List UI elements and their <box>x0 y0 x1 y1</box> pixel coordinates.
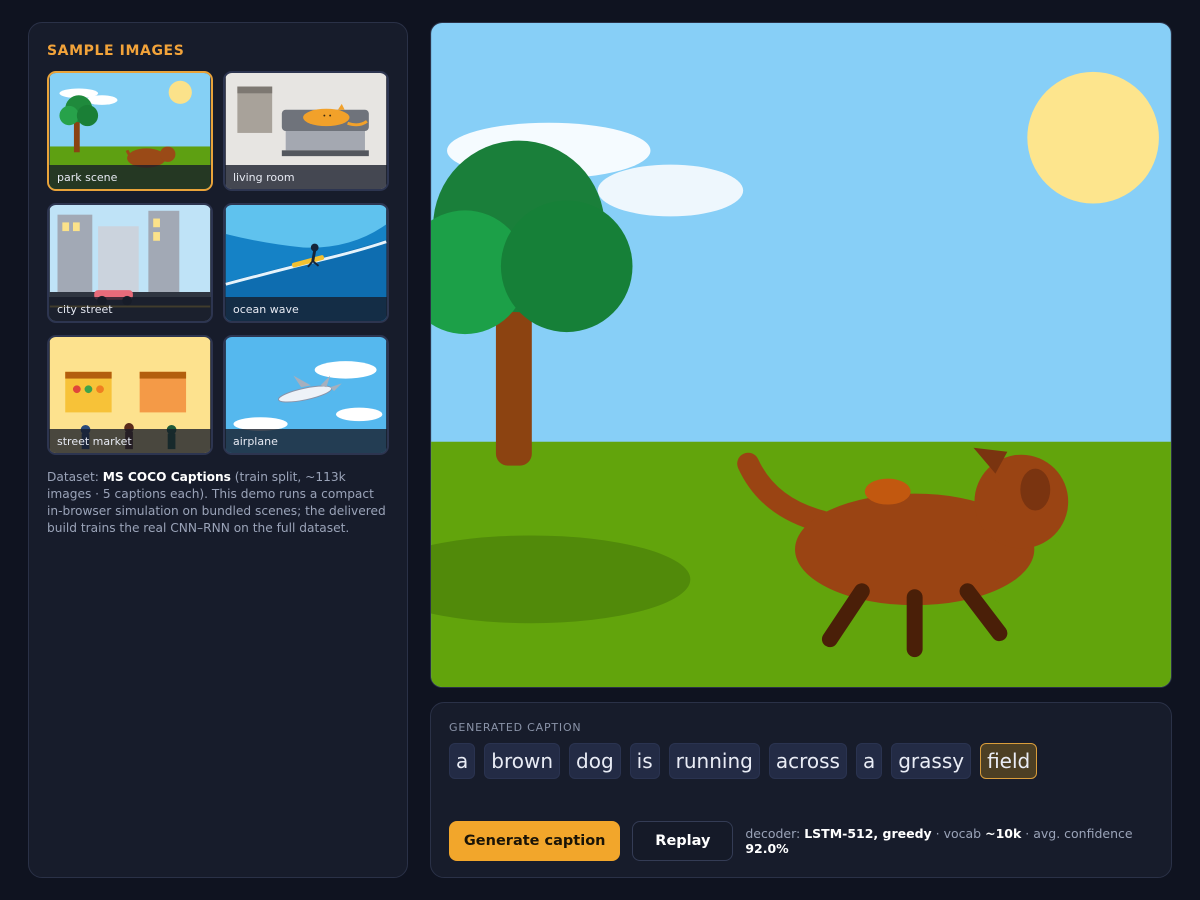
dataset-name: MS COCO Captions <box>102 470 231 484</box>
replay-button[interactable]: Replay <box>632 821 734 861</box>
thumbnail-label: park scene <box>49 165 211 189</box>
caption-token: dog <box>569 743 621 779</box>
decoder-value: LSTM-512, greedy <box>804 826 932 841</box>
thumbnail-living-room[interactable]: living room <box>223 71 389 191</box>
decoder-info: decoder: LSTM-512, greedy · vocab ~10k ·… <box>745 826 1171 856</box>
caption-token: grassy <box>891 743 972 779</box>
confidence-prefix: · avg. confidence <box>1021 826 1133 841</box>
caption-token-active: field <box>980 743 1038 779</box>
thumbnail-grid: park scene living room city street ocean… <box>47 71 389 455</box>
thumbnail-label: airplane <box>225 429 387 453</box>
thumbnail-label: living room <box>225 165 387 189</box>
generated-caption-panel: GENERATED CAPTION a brown dog is running… <box>430 702 1172 878</box>
vocab-prefix: · vocab <box>931 826 986 841</box>
confidence-value: 92.0% <box>745 841 789 856</box>
thumbnail-label: street market <box>49 429 211 453</box>
app-root: SAMPLE IMAGES park scene living room cit… <box>0 0 1200 900</box>
caption-token: across <box>768 743 847 779</box>
caption-heading: GENERATED CAPTION <box>449 721 582 734</box>
vocab-value: ~10k <box>985 826 1022 841</box>
caption-token: a <box>449 743 476 779</box>
caption-token: a <box>855 743 883 779</box>
decoder-prefix: decoder: <box>745 826 805 841</box>
thumbnail-airplane[interactable]: airplane <box>223 335 389 455</box>
caption-token: brown <box>484 743 561 779</box>
dataset-description: Dataset: MS COCO Captions (train split, … <box>47 469 389 537</box>
caption-tokens: a brown dog is running across a grassy f… <box>449 743 1153 781</box>
sample-images-panel: SAMPLE IMAGES park scene living room cit… <box>28 22 408 878</box>
generate-caption-button[interactable]: Generate caption <box>449 821 621 861</box>
thumbnail-ocean-wave[interactable]: ocean wave <box>223 203 389 323</box>
thumbnail-city-street[interactable]: city street <box>47 203 213 323</box>
thumbnail-street-market[interactable]: street market <box>47 335 213 455</box>
park-scene-image <box>431 23 1171 687</box>
caption-controls: Generate caption Replay decoder: LSTM-51… <box>449 821 1171 861</box>
thumbnail-label: city street <box>49 297 211 321</box>
thumbnail-park-scene[interactable]: park scene <box>47 71 213 191</box>
sidebar-title: SAMPLE IMAGES <box>47 43 185 59</box>
main-image-viewer <box>430 22 1172 688</box>
dataset-prefix: Dataset: <box>47 470 103 484</box>
caption-token: running <box>668 743 760 779</box>
thumbnail-label: ocean wave <box>225 297 387 321</box>
caption-token: is <box>629 743 660 779</box>
